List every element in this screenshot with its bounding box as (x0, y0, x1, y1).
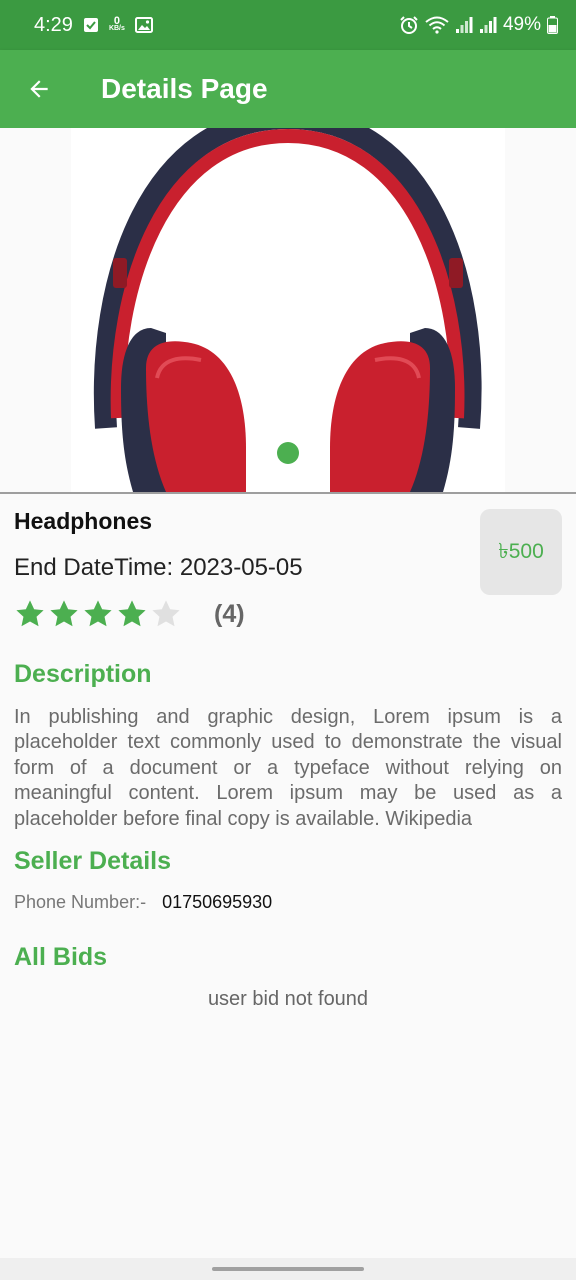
app-bar: Details Page (0, 50, 576, 128)
star-icon (118, 600, 146, 627)
rating-bar: (4) (14, 598, 245, 630)
signal-icon (479, 16, 497, 34)
image-icon (134, 17, 153, 33)
divider (0, 492, 576, 494)
phone-label: Phone Number:- (14, 892, 147, 912)
image-carousel[interactable] (0, 128, 576, 492)
star-icon (152, 600, 180, 627)
phone-row: Phone Number:- 01750695930 (14, 892, 272, 913)
navigation-bar (0, 1258, 576, 1280)
rating-count: (4) (214, 599, 245, 628)
wifi-icon (425, 16, 449, 34)
page-title: Details Page (101, 73, 268, 104)
price-value: ৳500 (498, 539, 544, 563)
data-speed-icon: 0 KB/s (108, 15, 125, 33)
status-bar: 4:29 0 KB/s 49% (0, 0, 576, 50)
star-icon (84, 600, 112, 627)
back-button[interactable] (0, 50, 78, 128)
headphones-image (71, 128, 505, 492)
end-datetime: End DateTime: 2023-05-05 (14, 554, 303, 581)
battery-icon (547, 16, 558, 34)
description-text: In publishing and graphic design, Lorem … (14, 706, 562, 830)
battery-percentage: 49% (502, 14, 541, 35)
status-time: 4:29 (34, 13, 73, 36)
star-icon (50, 600, 78, 627)
star-icon (16, 600, 44, 627)
all-bids-heading: All Bids (14, 943, 108, 971)
signal-icon (455, 16, 473, 34)
no-bids-message: user bid not found (207, 988, 369, 1010)
alarm-icon (399, 15, 419, 35)
arrow-back-icon (30, 80, 48, 98)
carousel-indicator-dot (277, 442, 299, 464)
price-badge: ৳500 (480, 509, 562, 595)
phone-value: 01750695930 (162, 892, 273, 912)
product-name: Headphones (14, 508, 153, 534)
description-heading: Description (14, 660, 152, 688)
home-indicator[interactable] (212, 1267, 364, 1271)
seller-details-heading: Seller Details (14, 847, 172, 875)
checkbox-icon (83, 17, 99, 33)
